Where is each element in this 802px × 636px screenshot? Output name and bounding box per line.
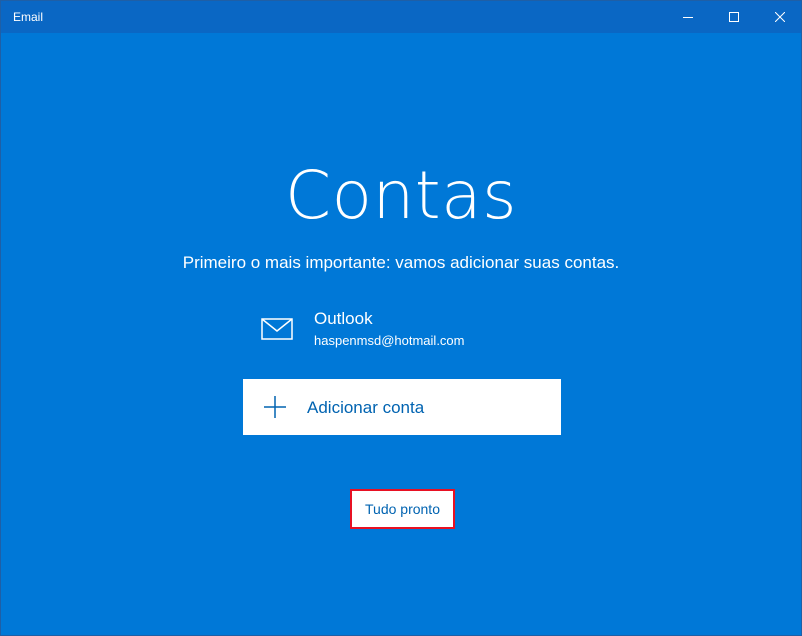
maximize-button[interactable]: [711, 1, 757, 33]
email-window: Email Contas Primeiro o mais importante:…: [0, 0, 802, 636]
account-name: Outlook: [314, 309, 373, 328]
maximize-icon: [729, 12, 739, 22]
done-label: Tudo pronto: [365, 501, 440, 517]
add-account-button[interactable]: Adicionar conta: [243, 379, 561, 435]
plus-icon: [264, 396, 286, 418]
minimize-button[interactable]: [665, 1, 711, 33]
minimize-icon: [683, 17, 693, 18]
page-title: Contas: [284, 157, 517, 234]
page-subtitle: Primeiro o mais importante: vamos adicio…: [182, 253, 620, 272]
done-button[interactable]: Tudo pronto: [350, 489, 455, 529]
close-button[interactable]: [757, 1, 802, 33]
account-item-outlook[interactable]: Outlook haspenmsd@hotmail.com: [261, 307, 561, 353]
close-icon: [775, 12, 785, 22]
mail-icon: [261, 318, 293, 340]
add-account-label: Adicionar conta: [307, 398, 425, 417]
title-bar[interactable]: Email: [1, 1, 801, 33]
account-email: haspenmsd@hotmail.com: [314, 333, 465, 348]
window-title: Email: [13, 10, 44, 24]
